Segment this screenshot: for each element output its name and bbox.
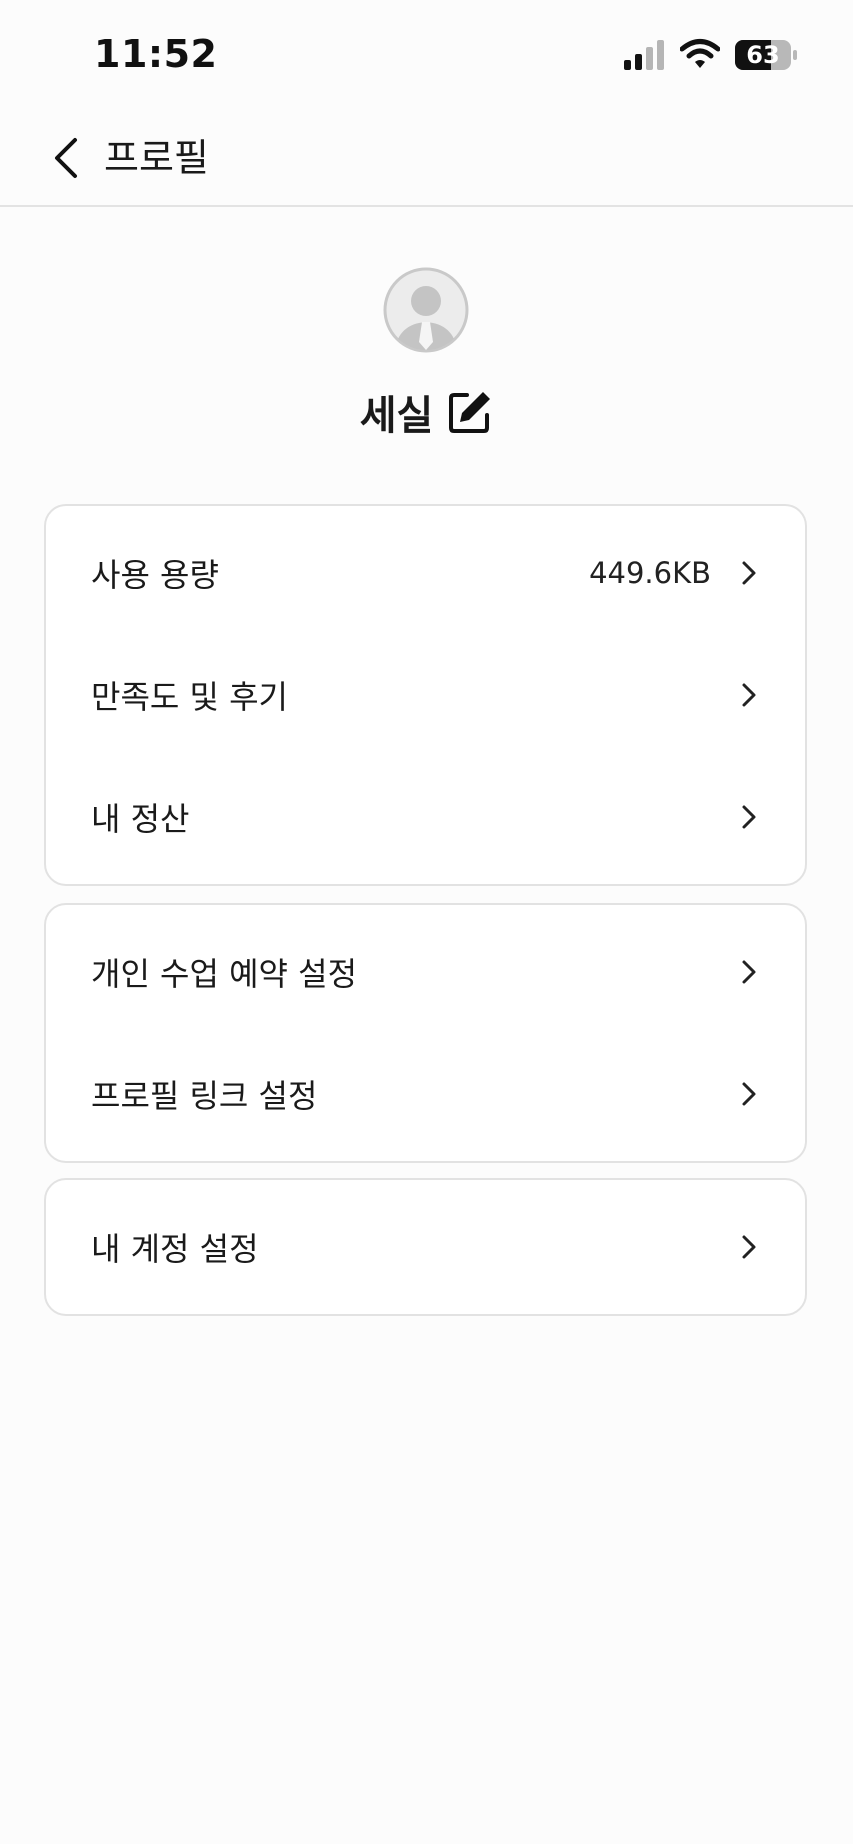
status-time: 11:52	[94, 32, 218, 76]
wifi-icon	[680, 39, 720, 68]
settings-card-account: 내 계정 설정	[44, 1178, 807, 1316]
settings-card-usage: 사용 용량 449.6KB 만족도 및 후기 내 정산	[44, 504, 807, 886]
profile-name: 세실	[359, 393, 434, 439]
menu-row-storage-usage[interactable]: 사용 용량 449.6KB	[46, 512, 805, 634]
menu-label: 내 계정 설정	[91, 1230, 259, 1268]
chevron-right-icon	[742, 805, 756, 829]
status-bar: 11:52 63	[0, 0, 853, 110]
menu-label: 프로필 링크 설정	[91, 1077, 318, 1115]
storage-value: 449.6KB	[589, 556, 711, 590]
menu-label: 만족도 및 후기	[91, 678, 288, 716]
chevron-right-icon	[742, 683, 756, 707]
menu-label: 내 정산	[91, 800, 190, 838]
nav-bar: 프로필	[0, 110, 853, 207]
menu-label: 개인 수업 예약 설정	[91, 955, 358, 993]
menu-row-account-settings[interactable]: 내 계정 설정	[46, 1186, 805, 1308]
chevron-right-icon	[742, 1082, 756, 1106]
chevron-right-icon	[742, 561, 756, 585]
chevron-right-icon	[742, 1235, 756, 1259]
back-button[interactable]	[36, 128, 96, 188]
menu-label: 사용 용량	[91, 556, 219, 594]
settings-card-lessons: 개인 수업 예약 설정 프로필 링크 설정	[44, 903, 807, 1163]
menu-row-profile-link[interactable]: 프로필 링크 설정	[46, 1033, 805, 1155]
profile-name-row: 세실	[0, 380, 853, 444]
edit-icon[interactable]	[447, 389, 493, 435]
page-title: 프로필	[104, 136, 209, 180]
chevron-right-icon	[742, 960, 756, 984]
menu-row-reviews[interactable]: 만족도 및 후기	[46, 634, 805, 756]
battery-level: 63	[746, 41, 780, 69]
menu-row-private-lesson-booking[interactable]: 개인 수업 예약 설정	[46, 911, 805, 1033]
menu-row-settlement[interactable]: 내 정산	[46, 756, 805, 878]
avatar[interactable]	[382, 266, 470, 354]
signal-icon	[624, 40, 664, 70]
chevron-left-icon	[55, 138, 77, 178]
